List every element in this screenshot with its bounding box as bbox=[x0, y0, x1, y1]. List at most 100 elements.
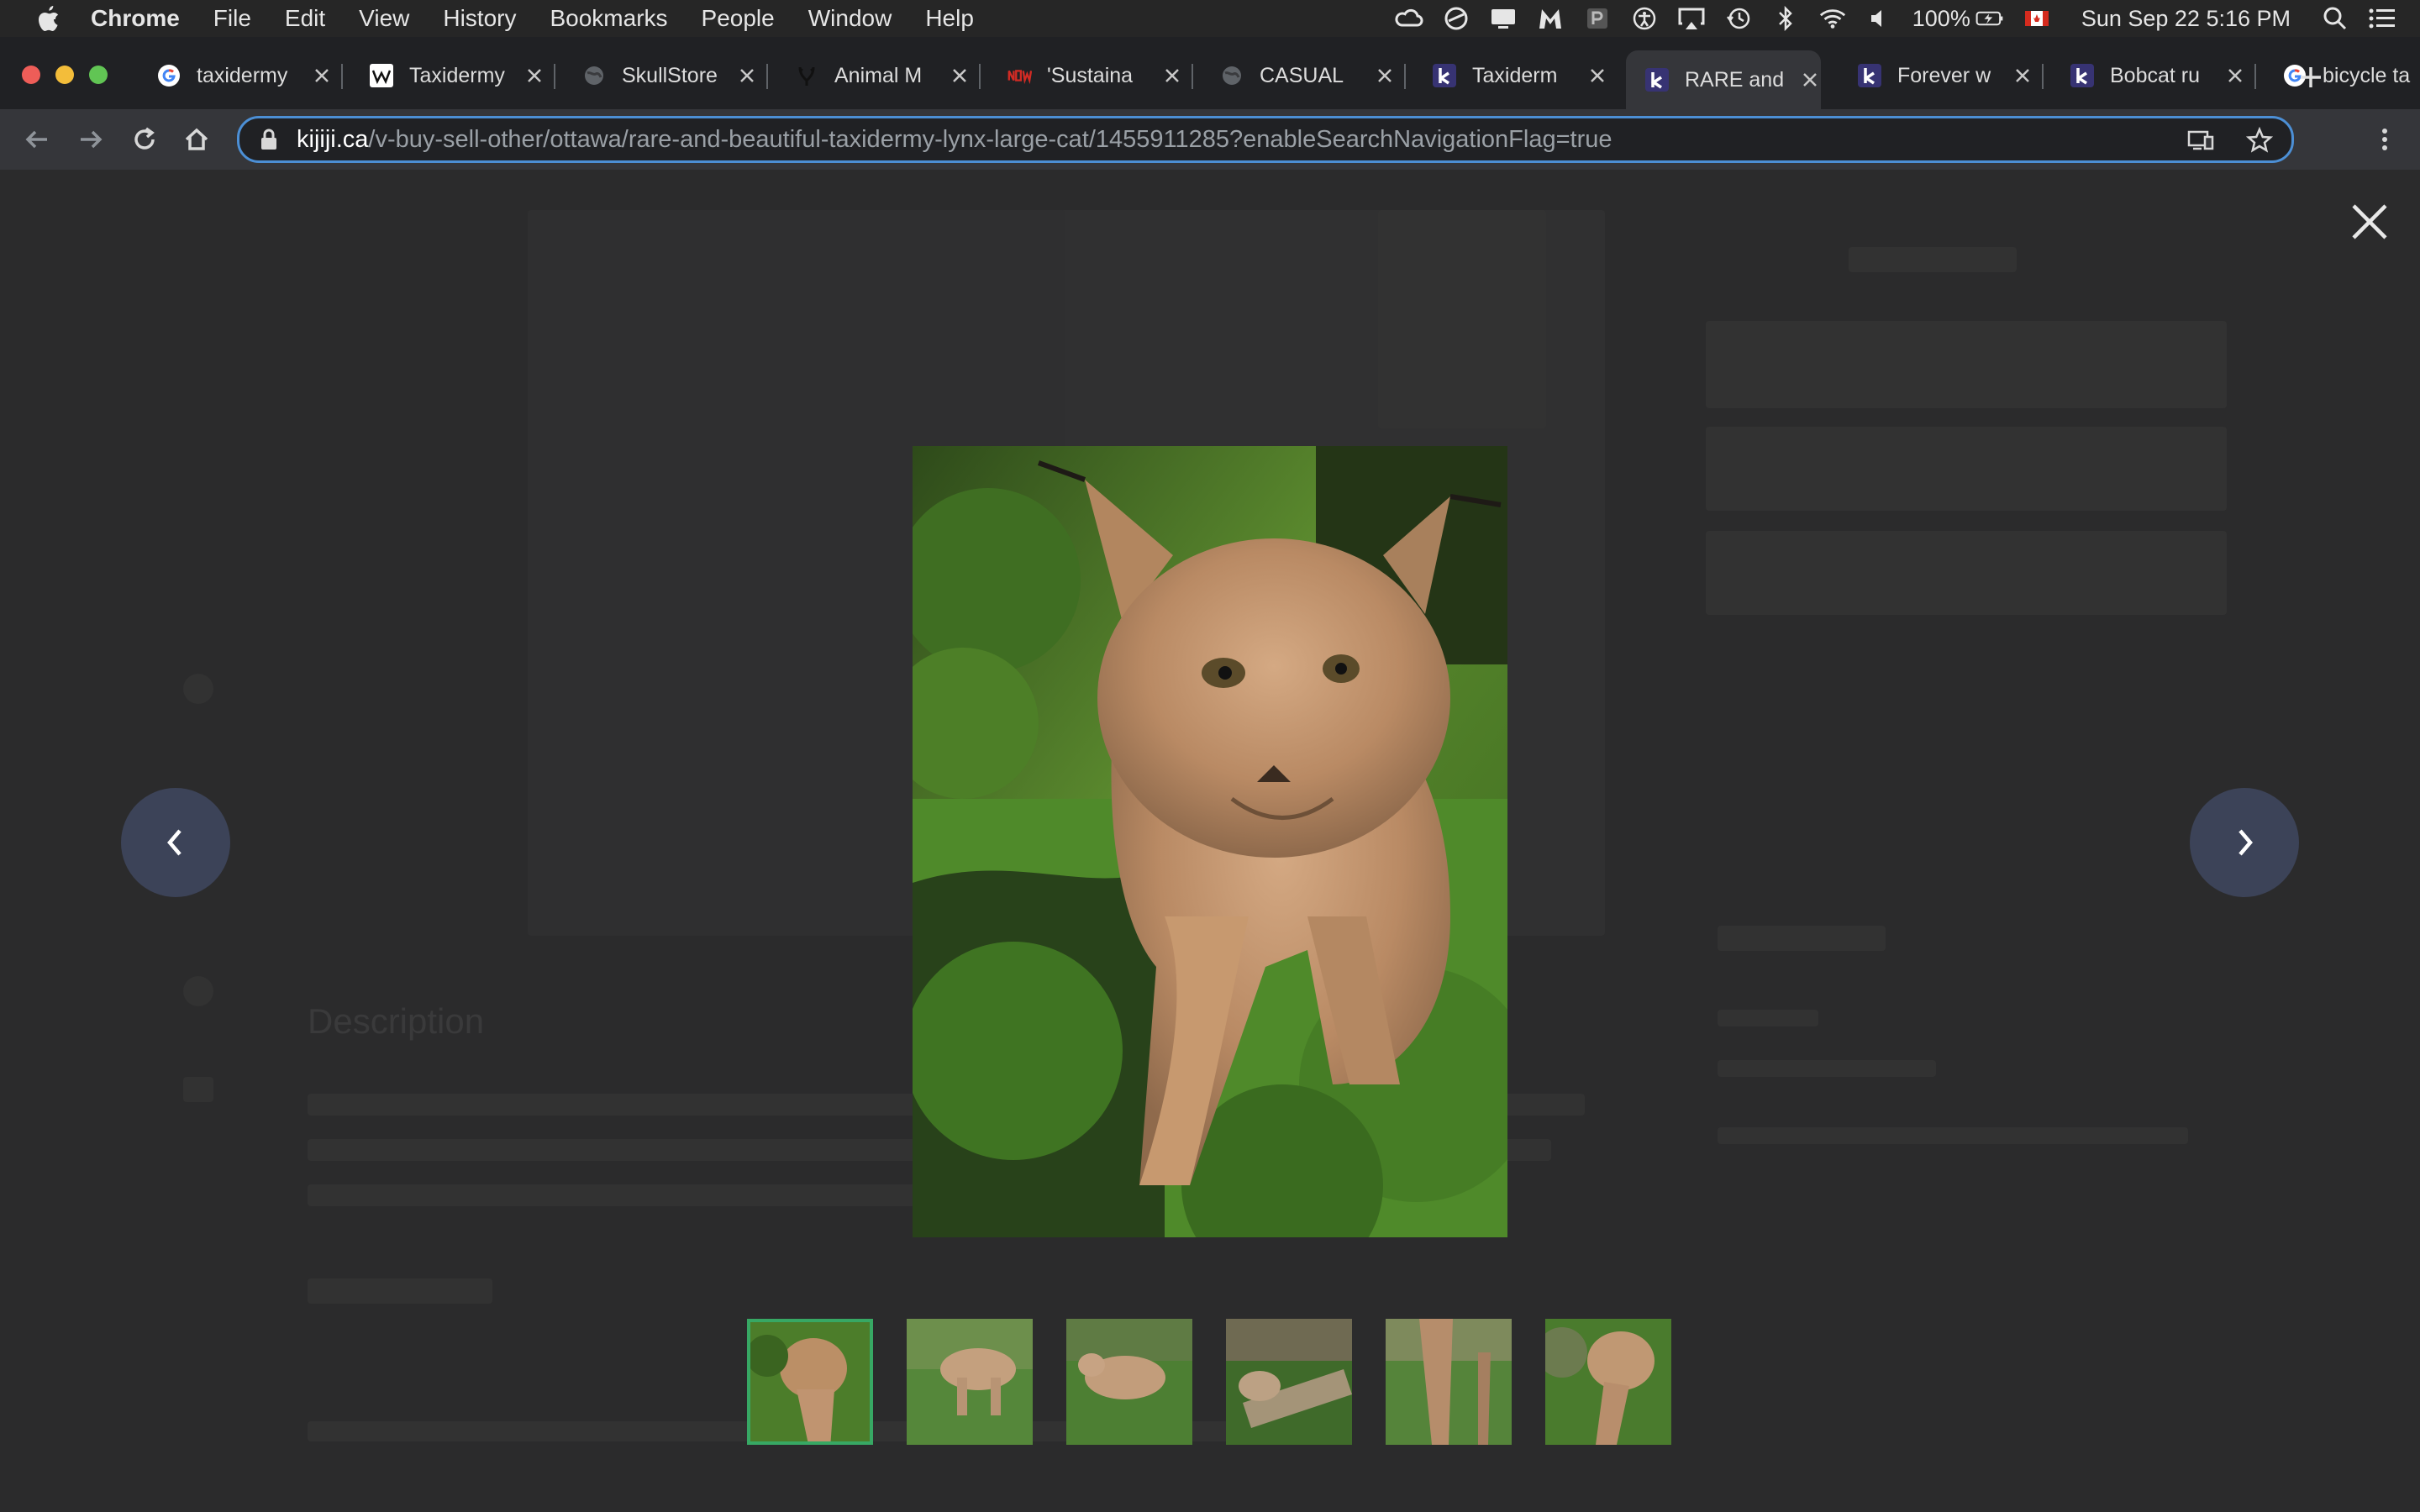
sync-icon[interactable] bbox=[1442, 5, 1470, 32]
close-tab-icon[interactable] bbox=[2012, 65, 2033, 87]
chevron-left-icon bbox=[167, 829, 182, 856]
bluetooth-icon[interactable] bbox=[1771, 5, 1800, 32]
close-tab-icon[interactable] bbox=[950, 65, 971, 87]
tab-title: Taxiderm bbox=[1472, 63, 1558, 87]
dimmed-share-icon-1 bbox=[183, 674, 213, 704]
reload-button[interactable] bbox=[128, 123, 161, 156]
tab-9[interactable]: Forever w bbox=[1839, 50, 2033, 101]
close-icon bbox=[2352, 204, 2387, 239]
browser-toolbar: kijiji.ca/v-buy-sell-other/ottawa/rare-a… bbox=[0, 109, 2420, 170]
dimmed-share-icon-3 bbox=[183, 1077, 213, 1102]
tab-4[interactable]: Animal M bbox=[776, 50, 971, 101]
cast-icon[interactable] bbox=[2186, 125, 2216, 155]
menu-help[interactable]: Help bbox=[925, 5, 974, 32]
address-bar[interactable]: kijiji.ca/v-buy-sell-other/ottawa/rare-a… bbox=[237, 116, 2294, 163]
dimmed-sidebar-button-1 bbox=[1706, 321, 2227, 408]
chrome-menu-icon[interactable] bbox=[2368, 123, 2402, 156]
menu-view[interactable]: View bbox=[359, 5, 409, 32]
forward-button[interactable] bbox=[74, 123, 108, 156]
close-tab-icon[interactable] bbox=[1375, 65, 1396, 87]
spotlight-search-icon[interactable] bbox=[2321, 5, 2349, 32]
tab-separator bbox=[554, 64, 555, 89]
close-tab-icon[interactable] bbox=[1587, 65, 1608, 87]
airplay-icon[interactable] bbox=[1677, 5, 1706, 32]
tab-5[interactable]: 'Sustaina bbox=[988, 50, 1183, 101]
dimmed-seller-name bbox=[1718, 926, 1886, 951]
menu-file[interactable]: File bbox=[213, 5, 251, 32]
tab-1[interactable]: taxidermy bbox=[138, 50, 333, 101]
antler-icon bbox=[794, 63, 819, 88]
close-tab-icon[interactable] bbox=[1800, 69, 1821, 91]
kijiji-icon bbox=[1644, 67, 1670, 92]
close-lightbox-button[interactable] bbox=[2348, 200, 2391, 244]
thumbnail-5[interactable] bbox=[1386, 1319, 1512, 1445]
tab-separator bbox=[1192, 64, 1193, 89]
window-zoom-control[interactable] bbox=[89, 66, 108, 84]
chevron-right-icon bbox=[2238, 829, 2253, 856]
google-icon bbox=[156, 63, 182, 88]
now-icon bbox=[1007, 63, 1032, 88]
tab-6[interactable]: CASUAL bbox=[1201, 50, 1396, 101]
next-image-button[interactable] bbox=[2190, 788, 2299, 897]
close-tab-icon[interactable] bbox=[737, 65, 758, 87]
home-button[interactable] bbox=[180, 123, 213, 156]
menu-edit[interactable]: Edit bbox=[285, 5, 325, 32]
menu-window[interactable]: Window bbox=[808, 5, 892, 32]
dimmed-sidebar-button-2 bbox=[1706, 427, 2227, 511]
new-tab-button[interactable] bbox=[2294, 60, 2328, 94]
close-tab-icon[interactable] bbox=[312, 65, 333, 87]
bookmark-star-icon[interactable] bbox=[2244, 125, 2275, 155]
dimmed-description-heading: Description bbox=[308, 1001, 485, 1041]
tab-title: Animal M bbox=[834, 63, 923, 87]
menu-bookmarks[interactable]: Bookmarks bbox=[550, 5, 667, 32]
clock-text[interactable]: Sun Sep 22 5:16 PM bbox=[2081, 6, 2291, 32]
macos-menu-bar: Chrome File Edit View History Bookmarks … bbox=[0, 0, 2420, 37]
time-machine-icon[interactable] bbox=[1724, 5, 1753, 32]
pocket-icon[interactable] bbox=[1583, 5, 1612, 32]
previous-image-button[interactable] bbox=[121, 788, 230, 897]
back-button[interactable] bbox=[20, 123, 54, 156]
thumbnail-3[interactable] bbox=[1066, 1319, 1192, 1445]
status-area: 100% Sun Sep 22 5:16 PM bbox=[1376, 0, 2396, 37]
close-tab-icon[interactable] bbox=[1162, 65, 1183, 87]
dimmed-description-link bbox=[308, 1278, 492, 1304]
menu-app-name[interactable]: Chrome bbox=[91, 5, 180, 32]
accessibility-icon[interactable] bbox=[1630, 5, 1659, 32]
thumbnail-6[interactable] bbox=[1545, 1319, 1671, 1445]
thumbnail-4[interactable] bbox=[1226, 1319, 1352, 1445]
kijiji-icon bbox=[1857, 63, 1882, 88]
tab-7[interactable]: Taxiderm bbox=[1413, 50, 1608, 101]
creative-cloud-icon[interactable] bbox=[1395, 5, 1423, 32]
volume-icon[interactable] bbox=[1865, 5, 1894, 32]
display-icon[interactable] bbox=[1489, 5, 1518, 32]
lock-icon[interactable] bbox=[260, 127, 281, 152]
tab-10[interactable]: Bobcat ru bbox=[2051, 50, 2246, 101]
url-host: kijiji.ca bbox=[297, 125, 369, 153]
wifi-icon[interactable] bbox=[1818, 5, 1847, 32]
thumbnail-2[interactable] bbox=[907, 1319, 1033, 1445]
notification-center-icon[interactable] bbox=[2368, 5, 2396, 32]
apple-icon[interactable] bbox=[34, 4, 62, 33]
tab-title: Taxidermy bbox=[409, 63, 505, 87]
tab-title: Bobcat ru bbox=[2110, 63, 2201, 87]
tab-separator bbox=[766, 64, 768, 89]
tab-8[interactable]: RARE and bbox=[1626, 50, 1821, 109]
window-close-control[interactable] bbox=[22, 66, 40, 84]
malwarebytes-icon[interactable] bbox=[1536, 5, 1565, 32]
menu-history[interactable]: History bbox=[443, 5, 516, 32]
tab-separator bbox=[1404, 64, 1406, 89]
menu-people[interactable]: People bbox=[702, 5, 775, 32]
kijiji-icon bbox=[2070, 63, 2095, 88]
window-minimize-control[interactable] bbox=[55, 66, 74, 84]
tab-2[interactable]: Taxidermy bbox=[350, 50, 545, 101]
tab-3[interactable]: SkullStore bbox=[563, 50, 758, 101]
canada-flag-icon[interactable] bbox=[2023, 5, 2051, 32]
close-tab-icon[interactable] bbox=[2225, 65, 2246, 87]
thumbnail-1[interactable] bbox=[747, 1319, 873, 1445]
dimmed-sidebar-title bbox=[1849, 247, 2017, 272]
url-text[interactable]: kijiji.ca/v-buy-sell-other/ottawa/rare-a… bbox=[297, 126, 1612, 154]
dimmed-share-icon-2 bbox=[183, 976, 213, 1006]
tab-11[interactable]: bicycle ta bbox=[2264, 50, 2420, 101]
close-tab-icon[interactable] bbox=[524, 65, 545, 87]
battery-icon[interactable] bbox=[1975, 5, 2004, 32]
